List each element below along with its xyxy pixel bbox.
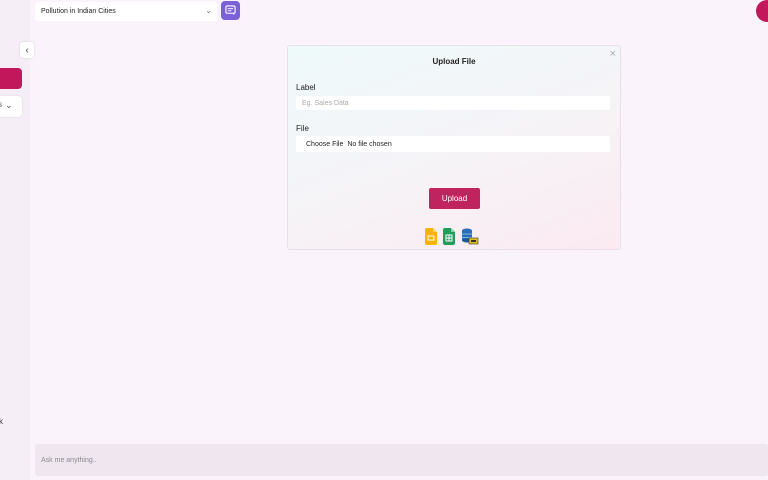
dataset-select-value: Pollution in Indian Cities xyxy=(41,8,116,15)
chat-input[interactable]: Ask me anything.. xyxy=(35,444,768,476)
supported-file-types xyxy=(425,227,479,245)
database-file-icon xyxy=(462,228,479,245)
close-icon[interactable]: × xyxy=(610,48,616,60)
upload-button[interactable]: Upload xyxy=(429,188,480,209)
chevron-down-icon: ⌄ xyxy=(5,100,13,110)
sidebar-dropdown-label: s xyxy=(0,100,2,109)
sheets-file-icon xyxy=(443,228,455,245)
dataset-select[interactable]: Pollution in Indian Cities ⌄ xyxy=(35,2,217,21)
chat-icon xyxy=(225,5,236,16)
file-field-label: File xyxy=(296,124,309,133)
slides-file-icon xyxy=(425,228,437,245)
label-input[interactable] xyxy=(296,96,610,110)
file-picker[interactable]: Choose File No file chosen xyxy=(296,136,610,152)
upload-file-modal: Upload File × Label File Choose File No … xyxy=(287,45,621,250)
chevron-down-icon: ⌄ xyxy=(205,6,212,15)
chevron-left-icon: ‹ xyxy=(25,44,29,56)
chat-input-placeholder: Ask me anything.. xyxy=(41,456,97,464)
modal-title: Upload File xyxy=(432,57,476,66)
sidebar-new-button[interactable] xyxy=(0,68,22,89)
avatar[interactable] xyxy=(756,0,768,22)
choose-file-button[interactable]: Choose File xyxy=(306,141,343,148)
sidebar-bottom-item[interactable]: k xyxy=(0,417,3,426)
file-status: No file chosen xyxy=(347,140,392,148)
label-field-label: Label xyxy=(296,83,316,92)
sidebar-dropdown[interactable]: s ⌄ xyxy=(0,96,22,117)
sidebar-collapse-button[interactable]: ‹ xyxy=(20,42,34,58)
chat-button[interactable] xyxy=(221,1,240,20)
